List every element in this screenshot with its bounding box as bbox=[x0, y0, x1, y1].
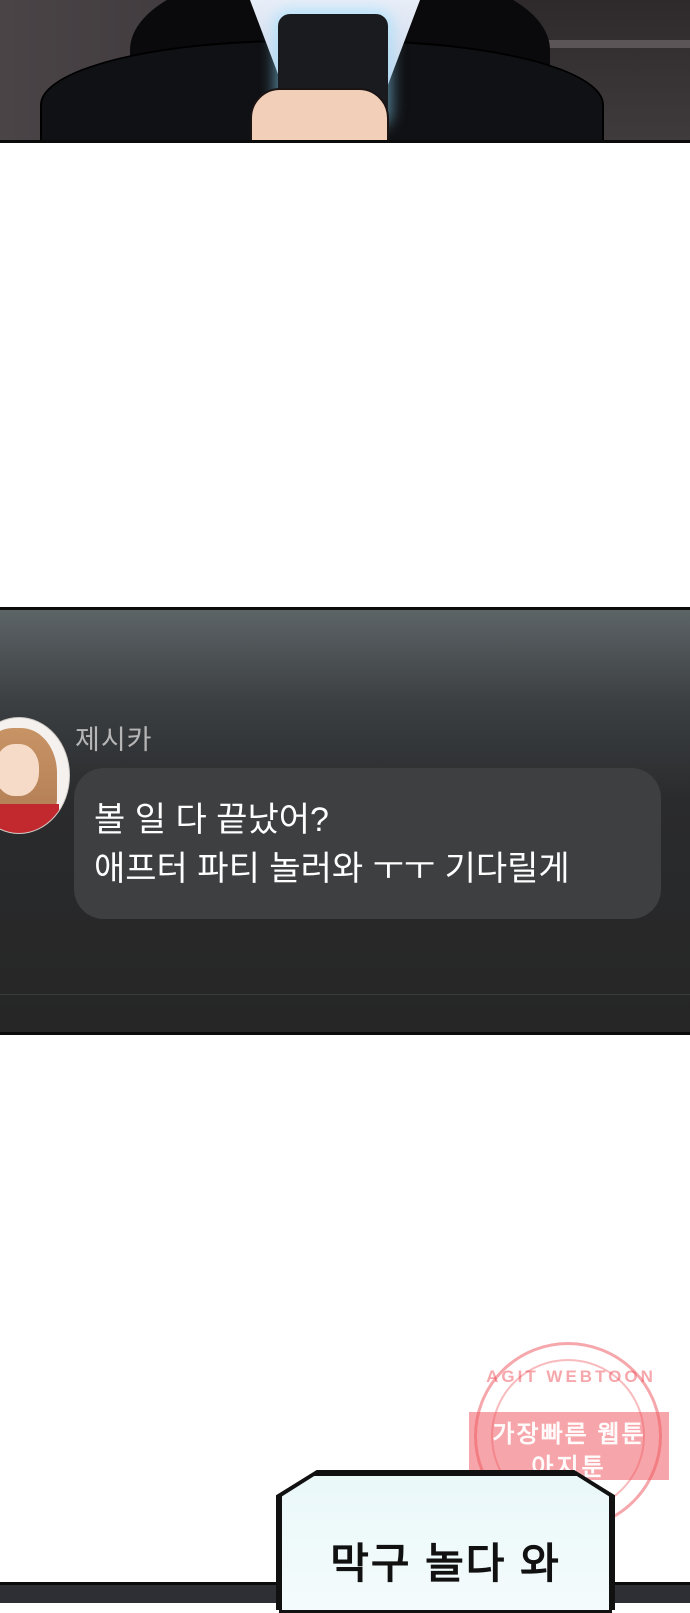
caption-text: 막구 놀다 와 bbox=[330, 1540, 561, 1587]
message-line-1: 볼 일 다 끝났어? bbox=[94, 801, 329, 839]
sender-avatar bbox=[0, 717, 70, 834]
watermark-arc-text: AGIT WEBTOON bbox=[486, 1367, 656, 1386]
chat-divider bbox=[0, 994, 690, 995]
message-line-2: 애프터 파티 놀러와 ㅜㅜ 기다릴게 bbox=[94, 850, 570, 888]
chat-message-panel: 제시카 볼 일 다 끝났어? 애프터 파티 놀러와 ㅜㅜ 기다릴게 bbox=[0, 607, 690, 1035]
top-comic-panel bbox=[0, 0, 690, 143]
sender-name: 제시카 bbox=[75, 725, 153, 755]
character-hands bbox=[250, 88, 389, 140]
watermark-line-1: 가장빠른 웹툰 bbox=[492, 1421, 646, 1448]
message-bubble: 볼 일 다 끝났어? 애프터 파티 놀러와 ㅜㅜ 기다릴게 bbox=[74, 768, 661, 919]
